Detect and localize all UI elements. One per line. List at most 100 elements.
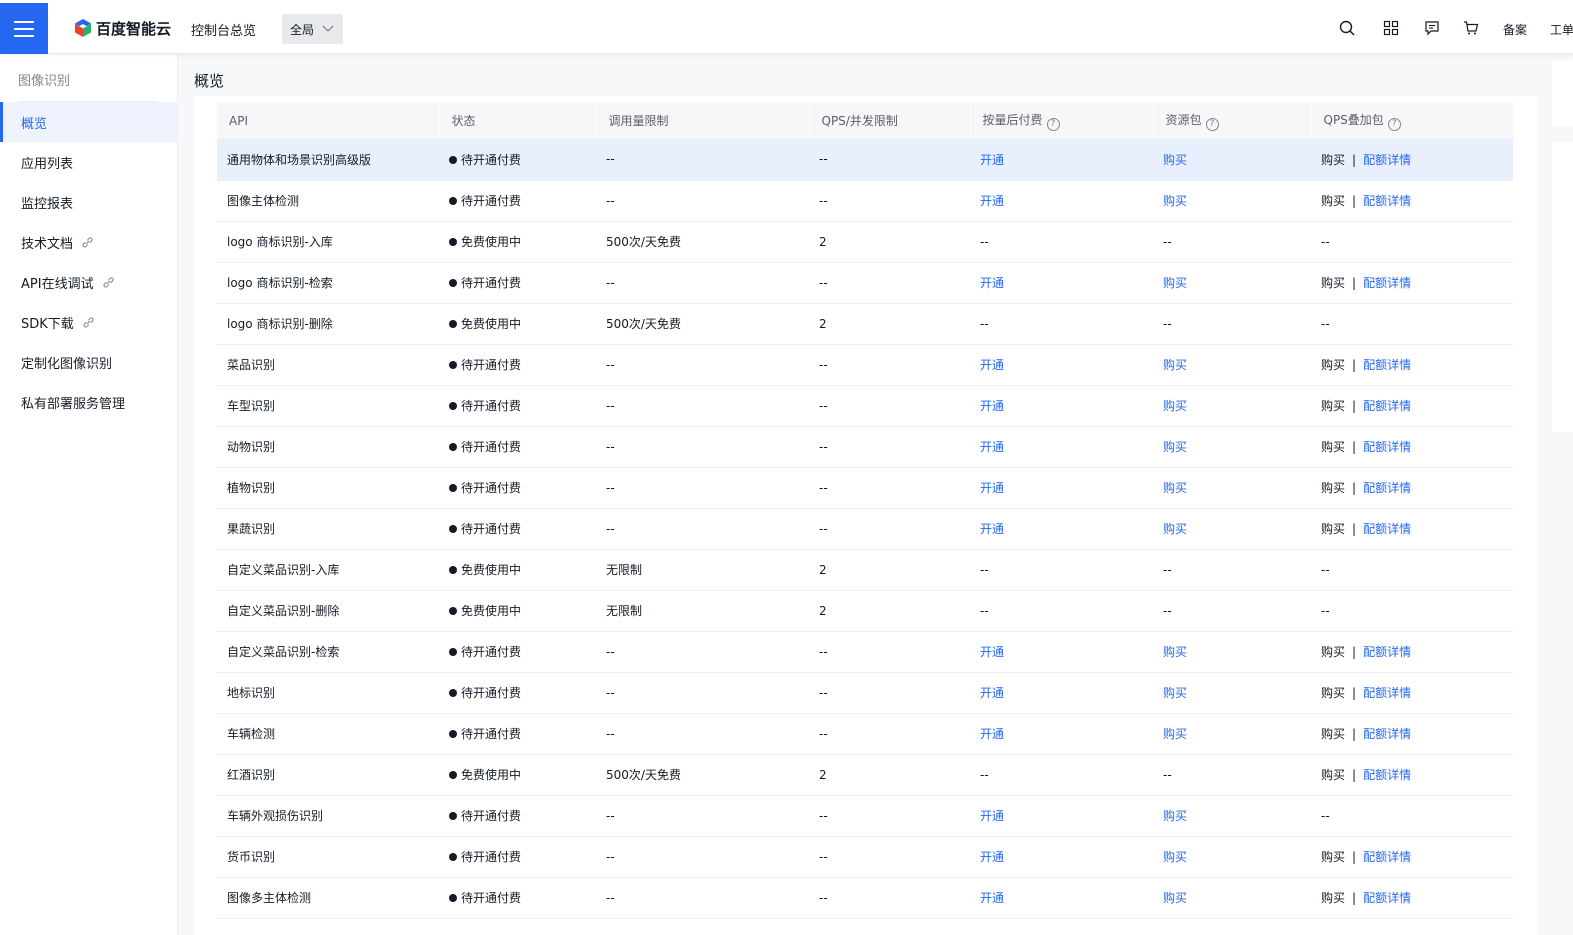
activate-link[interactable]: 开通 [980, 686, 1004, 700]
quota-detail-link[interactable]: 配额详情 [1363, 194, 1411, 208]
activate-link[interactable]: 开通 [980, 399, 1004, 413]
activate-link[interactable]: 开通 [980, 522, 1004, 536]
quota-detail-link[interactable]: 配额详情 [1363, 481, 1411, 495]
cell-limit: 无限制 [596, 590, 809, 632]
cell-package: -- [1153, 754, 1311, 796]
cell-status: 待开通付费 [439, 713, 596, 755]
activate-link[interactable]: 开通 [980, 481, 1004, 495]
quota-detail-link[interactable]: 配额详情 [1363, 440, 1411, 454]
sidebar-item[interactable]: 定制化图像识别 [0, 342, 177, 382]
help-icon[interactable]: ? [1046, 117, 1060, 131]
cell-package: -- [1153, 303, 1311, 345]
qps-limit: -- [819, 275, 828, 290]
ticket-link[interactable]: 工单 [1550, 21, 1573, 38]
buy-qps-link[interactable]: 购买 [1321, 768, 1345, 782]
buy-package-link[interactable]: 购买 [1163, 891, 1187, 905]
buy-package-link[interactable]: 购买 [1163, 850, 1187, 864]
status-text: 待开通付费 [461, 399, 522, 413]
col-header-qps-pack-label: QPS叠加包 [1323, 112, 1384, 127]
sidebar-item[interactable]: 应用列表 [0, 142, 177, 182]
sidebar-item[interactable]: API在线调试 [0, 262, 177, 302]
col-header-limit: 调用量限制 [596, 102, 810, 139]
buy-qps-link[interactable]: 购买 [1321, 276, 1345, 290]
search-icon[interactable] [1339, 20, 1355, 36]
cell-limit: -- [596, 180, 809, 222]
buy-qps-link[interactable]: 购买 [1321, 645, 1345, 659]
quota-detail-link[interactable]: 配额详情 [1363, 645, 1411, 659]
sidebar-item[interactable]: 概览 [0, 102, 177, 142]
buy-package-link[interactable]: 购买 [1163, 727, 1187, 741]
quota-detail-link[interactable]: 配额详情 [1363, 850, 1411, 864]
buy-qps-link[interactable]: 购买 [1321, 727, 1345, 741]
quota-detail-link[interactable]: 配额详情 [1363, 399, 1411, 413]
buy-qps-link[interactable]: 购买 [1321, 399, 1345, 413]
buy-package-link[interactable]: 购买 [1163, 481, 1187, 495]
activate-link[interactable]: 开通 [980, 153, 1004, 167]
buy-package-link[interactable]: 购买 [1163, 440, 1187, 454]
product-grid-icon[interactable] [1383, 20, 1399, 36]
activate-link[interactable]: 开通 [980, 194, 1004, 208]
status-text: 待开通付费 [461, 358, 522, 372]
buy-package-link[interactable]: 购买 [1163, 522, 1187, 536]
message-icon[interactable] [1424, 20, 1440, 36]
sidebar-item[interactable]: 私有部署服务管理 [0, 382, 177, 422]
cell-postpaid: 开通 [970, 631, 1153, 673]
cell-limit: -- [596, 426, 809, 468]
cell-status: 待开通付费 [439, 139, 596, 181]
status-dot-icon [449, 853, 457, 861]
buy-package-link[interactable]: 购买 [1163, 276, 1187, 290]
record-link[interactable]: 备案 [1503, 21, 1527, 38]
cell-qps-pack: 购买 | 配额详情 [1311, 508, 1513, 550]
buy-qps-link[interactable]: 购买 [1321, 850, 1345, 864]
buy-qps-link[interactable]: 购买 [1321, 522, 1345, 536]
activate-link[interactable]: 开通 [980, 358, 1004, 372]
hamburger-menu-button[interactable] [0, 3, 48, 54]
help-icon[interactable]: ? [1205, 117, 1219, 131]
quota-detail-link[interactable]: 配额详情 [1363, 686, 1411, 700]
quota-detail-link[interactable]: 配额详情 [1363, 153, 1411, 167]
activate-link[interactable]: 开通 [980, 645, 1004, 659]
activate-link[interactable]: 开通 [980, 276, 1004, 290]
cell-postpaid: 开通 [970, 426, 1153, 468]
cell-qps: -- [809, 672, 970, 714]
cart-icon[interactable] [1463, 20, 1479, 36]
qps-limit: -- [819, 439, 828, 454]
buy-qps-link[interactable]: 购买 [1321, 358, 1345, 372]
buy-package-link[interactable]: 购买 [1163, 686, 1187, 700]
buy-package-link[interactable]: 购买 [1163, 399, 1187, 413]
buy-qps-link[interactable]: 购买 [1321, 481, 1345, 495]
quota-detail-link[interactable]: 配额详情 [1363, 522, 1411, 536]
buy-qps-link[interactable]: 购买 [1321, 440, 1345, 454]
buy-qps-link[interactable]: 购买 [1321, 891, 1345, 905]
sidebar-item[interactable]: 监控报表 [0, 182, 177, 222]
activate-link[interactable]: 开通 [980, 891, 1004, 905]
sidebar-item-label: 定制化图像识别 [21, 356, 113, 372]
quota-detail-link[interactable]: 配额详情 [1363, 358, 1411, 372]
buy-package-link[interactable]: 购买 [1163, 809, 1187, 823]
buy-package-link[interactable]: 购买 [1163, 153, 1187, 167]
separator: | [1352, 522, 1357, 536]
activate-link[interactable]: 开通 [980, 809, 1004, 823]
quota-detail-link[interactable]: 配额详情 [1363, 276, 1411, 290]
sidebar-item[interactable]: SDK下载 [0, 302, 177, 342]
api-name: 货币识别 [227, 850, 276, 864]
quota-detail-link[interactable]: 配额详情 [1363, 891, 1411, 905]
api-name: 菜品识别 [227, 358, 276, 372]
buy-package-link[interactable]: 购买 [1163, 645, 1187, 659]
buy-qps-link[interactable]: 购买 [1321, 686, 1345, 700]
sidebar-item[interactable]: 技术文档 [0, 222, 177, 262]
buy-qps-link[interactable]: 购买 [1321, 194, 1345, 208]
activate-link[interactable]: 开通 [980, 850, 1004, 864]
buy-package-link[interactable]: 购买 [1163, 194, 1187, 208]
quota-detail-link[interactable]: 配额详情 [1363, 768, 1411, 782]
activate-link[interactable]: 开通 [980, 727, 1004, 741]
api-name: logo 商标识别-检索 [227, 276, 333, 290]
console-overview-link[interactable]: 控制台总览 [191, 20, 256, 39]
region-select[interactable]: 全局 [282, 14, 343, 44]
activate-link[interactable]: 开通 [980, 440, 1004, 454]
brand-logo[interactable]: 百度智能云 [73, 17, 171, 39]
buy-qps-link[interactable]: 购买 [1321, 153, 1345, 167]
buy-package-link[interactable]: 购买 [1163, 358, 1187, 372]
help-icon[interactable]: ? [1387, 117, 1401, 131]
quota-detail-link[interactable]: 配额详情 [1363, 727, 1411, 741]
